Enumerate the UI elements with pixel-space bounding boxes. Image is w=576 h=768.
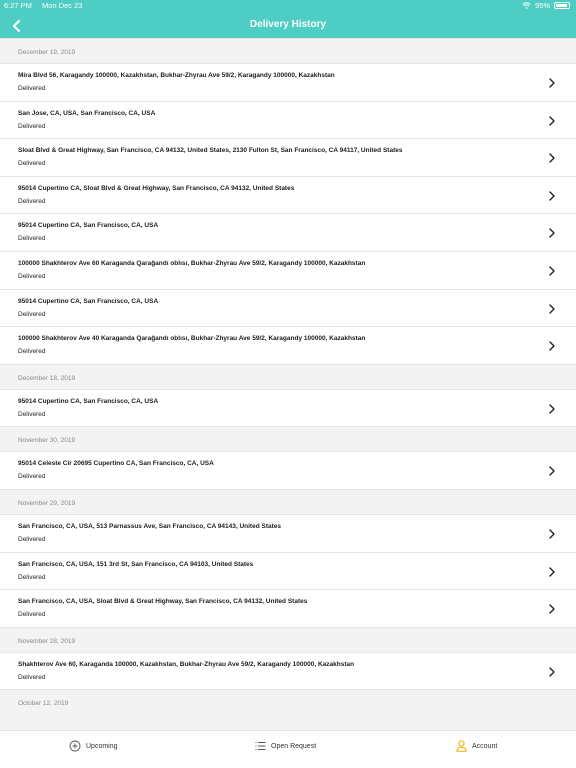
tab-upcoming-label: Upcoming [86, 742, 118, 750]
delivery-address: 95014 Cupertino CA, San Francisco, CA, U… [18, 297, 159, 305]
chevron-right-icon [549, 153, 555, 163]
list-icon [255, 742, 266, 750]
section-date-header: November 29, 2019 [0, 488, 576, 514]
wifi-icon [522, 2, 531, 9]
status-date: Mon Dec 23 [42, 1, 83, 10]
chevron-right-icon [549, 191, 555, 201]
page-title: Delivery History [249, 19, 327, 30]
delivery-status: Delivered [18, 473, 46, 481]
delivery-row[interactable]: 95014 Cupertino CA, Sloat Blvd & Great H… [0, 175, 576, 214]
tab-upcoming[interactable]: Upcoming [69, 739, 118, 753]
delivery-status: Delivered [18, 535, 46, 543]
plus-circle-icon [69, 740, 81, 752]
chevron-right-icon [549, 566, 555, 577]
chevron-right-icon [549, 266, 555, 276]
tab-bar: Upcoming Open Request Account [0, 730, 576, 768]
battery-percent: 95% [534, 1, 550, 10]
chevron-right-icon [549, 341, 555, 351]
delivery-status: Delivered [18, 673, 46, 681]
section-date-header: December 18, 2019 [0, 363, 576, 389]
chevron-right-icon [549, 78, 555, 88]
chevron-right-icon [549, 667, 555, 677]
tab-open-request-label: Open Request [271, 742, 317, 750]
delivery-address: Sloat Blvd & Great Highway, San Francisc… [18, 147, 403, 155]
delivery-address: 100000 Shakhterov Ave 40 Karaganda Qarağ… [18, 335, 366, 343]
delivery-status: Delivered [18, 272, 46, 280]
delivery-history-list[interactable]: December 19, 2019 Mira Blvd 56, Karagandy… [0, 38, 576, 730]
delivery-row[interactable]: San Francisco, CA, USA, Sloat Blvd & Gre… [0, 589, 576, 627]
section-date-header: December 19, 2019 [0, 38, 576, 63]
delivery-status: Delivered [18, 348, 46, 356]
delivery-address: 95014 Celeste Cir 20695 Cupertino CA, Sa… [18, 460, 214, 468]
user-icon [456, 740, 467, 752]
delivery-status: Delivered [18, 160, 46, 168]
status-time: 6:27 PM [4, 1, 32, 10]
battery-icon [554, 2, 570, 9]
delivery-status: Delivered [18, 310, 46, 318]
delivery-row[interactable]: 100000 Shakhterov Ave 40 Karaganda Qarağ… [0, 326, 576, 364]
delivery-status: Delivered [18, 235, 46, 243]
chevron-right-icon [549, 115, 555, 126]
delivery-row[interactable]: 95014 Cupertino CA, San Francisco, CA, U… [0, 213, 576, 251]
delivery-status: Delivered [18, 122, 46, 130]
delivery-address: 95014 Cupertino CA, San Francisco, CA, U… [18, 397, 159, 405]
delivery-address: 100000 Shakhterov Ave 60 Karaganda Qarağ… [18, 259, 366, 267]
chevron-right-icon [549, 404, 555, 414]
tab-account[interactable]: Account [456, 739, 497, 753]
delivery-row[interactable]: San Francisco, CA, USA, 513 Parnassus Av… [0, 513, 576, 552]
chevron-right-icon [549, 604, 555, 614]
section-date-header: November 28, 2019 [0, 626, 576, 652]
delivery-address: San Francisco, CA, USA, 151 3rd St, San … [18, 560, 254, 568]
tab-account-label: Account [472, 742, 498, 750]
delivery-address: Mira Blvd 56, Karagandy 100000, Kazakhst… [18, 72, 335, 79]
delivery-address: San Jose, CA, USA, San Francisco, CA, US… [18, 109, 156, 117]
delivery-row[interactable]: 95014 Cupertino CA, San Francisco, CA, U… [0, 388, 576, 427]
nav-header: 6:27 PM Mon Dec 23 95% Delivery History [0, 0, 576, 38]
delivery-address: 95014 Cupertino CA, San Francisco, CA, U… [18, 222, 159, 230]
delivery-row[interactable]: San Jose, CA, USA, San Francisco, CA, US… [0, 100, 576, 139]
chevron-right-icon [549, 466, 555, 477]
delivery-address: 95014 Cupertino CA, Sloat Blvd & Great H… [18, 184, 295, 192]
delivery-status: Delivered [18, 573, 46, 581]
delivery-address: San Francisco, CA, USA, 513 Parnassus Av… [18, 522, 281, 530]
delivery-status: Delivered [18, 410, 46, 418]
delivery-row[interactable]: 100000 Shakhterov Ave 60 Karaganda Qarağ… [0, 250, 576, 289]
chevron-right-icon [549, 303, 555, 314]
delivery-row[interactable]: 95014 Cupertino CA, San Francisco, CA, U… [0, 288, 576, 327]
delivery-row[interactable]: San Francisco, CA, USA, 151 3rd St, San … [0, 551, 576, 590]
delivery-row[interactable]: Mira Blvd 56, Karagandy 100000, Kazakhst… [0, 63, 576, 101]
delivery-status: Delivered [18, 611, 46, 619]
section-date-header: October 12, 2019 [0, 689, 576, 715]
section-date-header: November 30, 2019 [0, 426, 576, 452]
delivery-row[interactable]: Shakhterov Ave 60, Karaganda 100000, Kaz… [0, 651, 576, 690]
delivery-address: San Francisco, CA, USA, Sloat Blvd & Gre… [18, 598, 308, 606]
delivery-row[interactable]: Sloat Blvd & Great Highway, San Francisc… [0, 138, 576, 176]
delivery-status: Delivered [18, 197, 46, 205]
delivery-row[interactable]: 95014 Celeste Cir 20695 Cupertino CA, Sa… [0, 451, 576, 489]
chevron-right-icon [549, 228, 555, 239]
delivery-status: Delivered [18, 85, 46, 92]
tab-open-request[interactable]: Open Request [255, 739, 316, 753]
chevron-right-icon [549, 529, 555, 539]
status-bar: 6:27 PM Mon Dec 23 95% [0, 0, 576, 12]
delivery-address: Shakhterov Ave 60, Karaganda 100000, Kaz… [18, 660, 355, 668]
